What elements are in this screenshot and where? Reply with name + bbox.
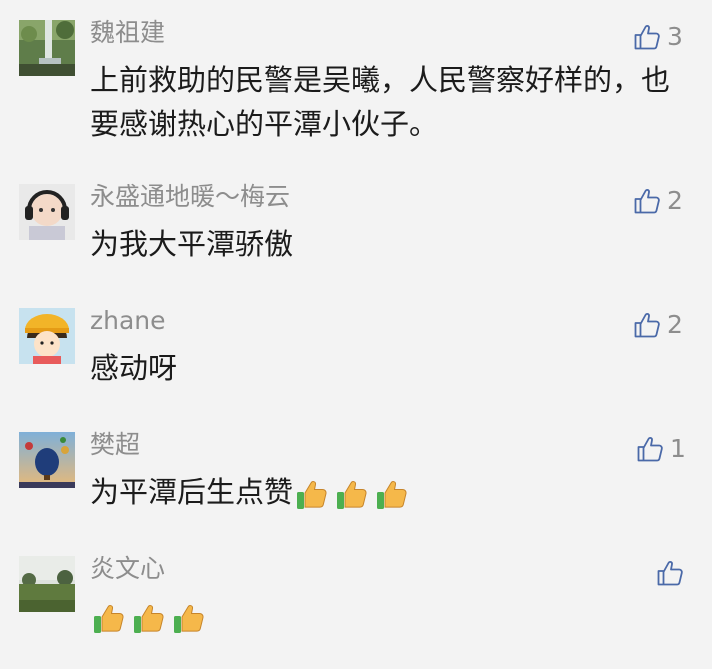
like-button[interactable]: 2: [634, 308, 683, 342]
comment-line: 要感谢热心的平潭小伙子。: [90, 107, 439, 141]
comment-line: 为我大平潭骄傲: [90, 227, 294, 261]
emoji-row: [90, 599, 208, 637]
cartoon-girl-avatar[interactable]: [19, 308, 75, 364]
thumbs-up-icon: [634, 25, 660, 50]
comment-text: [90, 594, 690, 638]
comment-text: 上前救助的民警是吴曦，人民警察好样的，也 要感谢热心的平潭小伙子。: [90, 58, 690, 146]
comment-line: 上前救助的民警是吴曦，人民警察好样的，也: [90, 63, 671, 97]
baby-headphones-avatar[interactable]: [19, 184, 75, 240]
emoji-row: [293, 475, 411, 513]
thumbs-up-emoji-icon: [297, 481, 327, 509]
author-name[interactable]: 炎文心: [90, 552, 165, 586]
like-button[interactable]: 1: [637, 432, 686, 466]
comment-line: 为平潭后生点赞: [90, 475, 294, 509]
thumbs-up-emoji-icon: [94, 605, 124, 633]
comment-text: 为我大平潭骄傲: [90, 222, 690, 266]
comment-text: 为平潭后生点赞: [90, 470, 690, 514]
comment-text: 感动呀: [90, 346, 690, 390]
thumbs-up-emoji-icon: [337, 481, 367, 509]
comment-line: 感动呀: [90, 351, 178, 385]
author-name[interactable]: 魏祖建: [90, 16, 165, 50]
like-count: 2: [667, 310, 683, 339]
author-name[interactable]: 永盛通地暖～梅云: [90, 180, 290, 214]
comment-list: 魏祖建 3 上前救助的民警是吴曦，人民警察好样的，也 要感谢热心的平潭小伙子。: [0, 0, 712, 669]
author-name[interactable]: zhane: [90, 304, 166, 338]
thumbs-up-icon: [634, 313, 660, 338]
thumbs-up-icon: [637, 437, 663, 462]
thumbs-up-emoji-icon: [377, 481, 407, 509]
like-button[interactable]: [657, 556, 684, 590]
like-count: 3: [667, 22, 683, 51]
like-button[interactable]: 3: [634, 20, 683, 54]
thumbs-up-icon: [657, 561, 683, 586]
thumbs-up-icon: [634, 189, 660, 214]
thumbs-up-emoji-icon: [134, 605, 164, 633]
thumbs-up-emoji-icon: [174, 605, 204, 633]
author-name[interactable]: 樊超: [90, 428, 140, 462]
waterfall-avatar[interactable]: [19, 20, 75, 76]
like-count: 2: [667, 186, 683, 215]
like-button[interactable]: 2: [634, 184, 683, 218]
grass-field-avatar[interactable]: [19, 556, 75, 612]
like-count: 1: [670, 434, 686, 463]
hot-air-balloon-avatar[interactable]: [19, 432, 75, 488]
